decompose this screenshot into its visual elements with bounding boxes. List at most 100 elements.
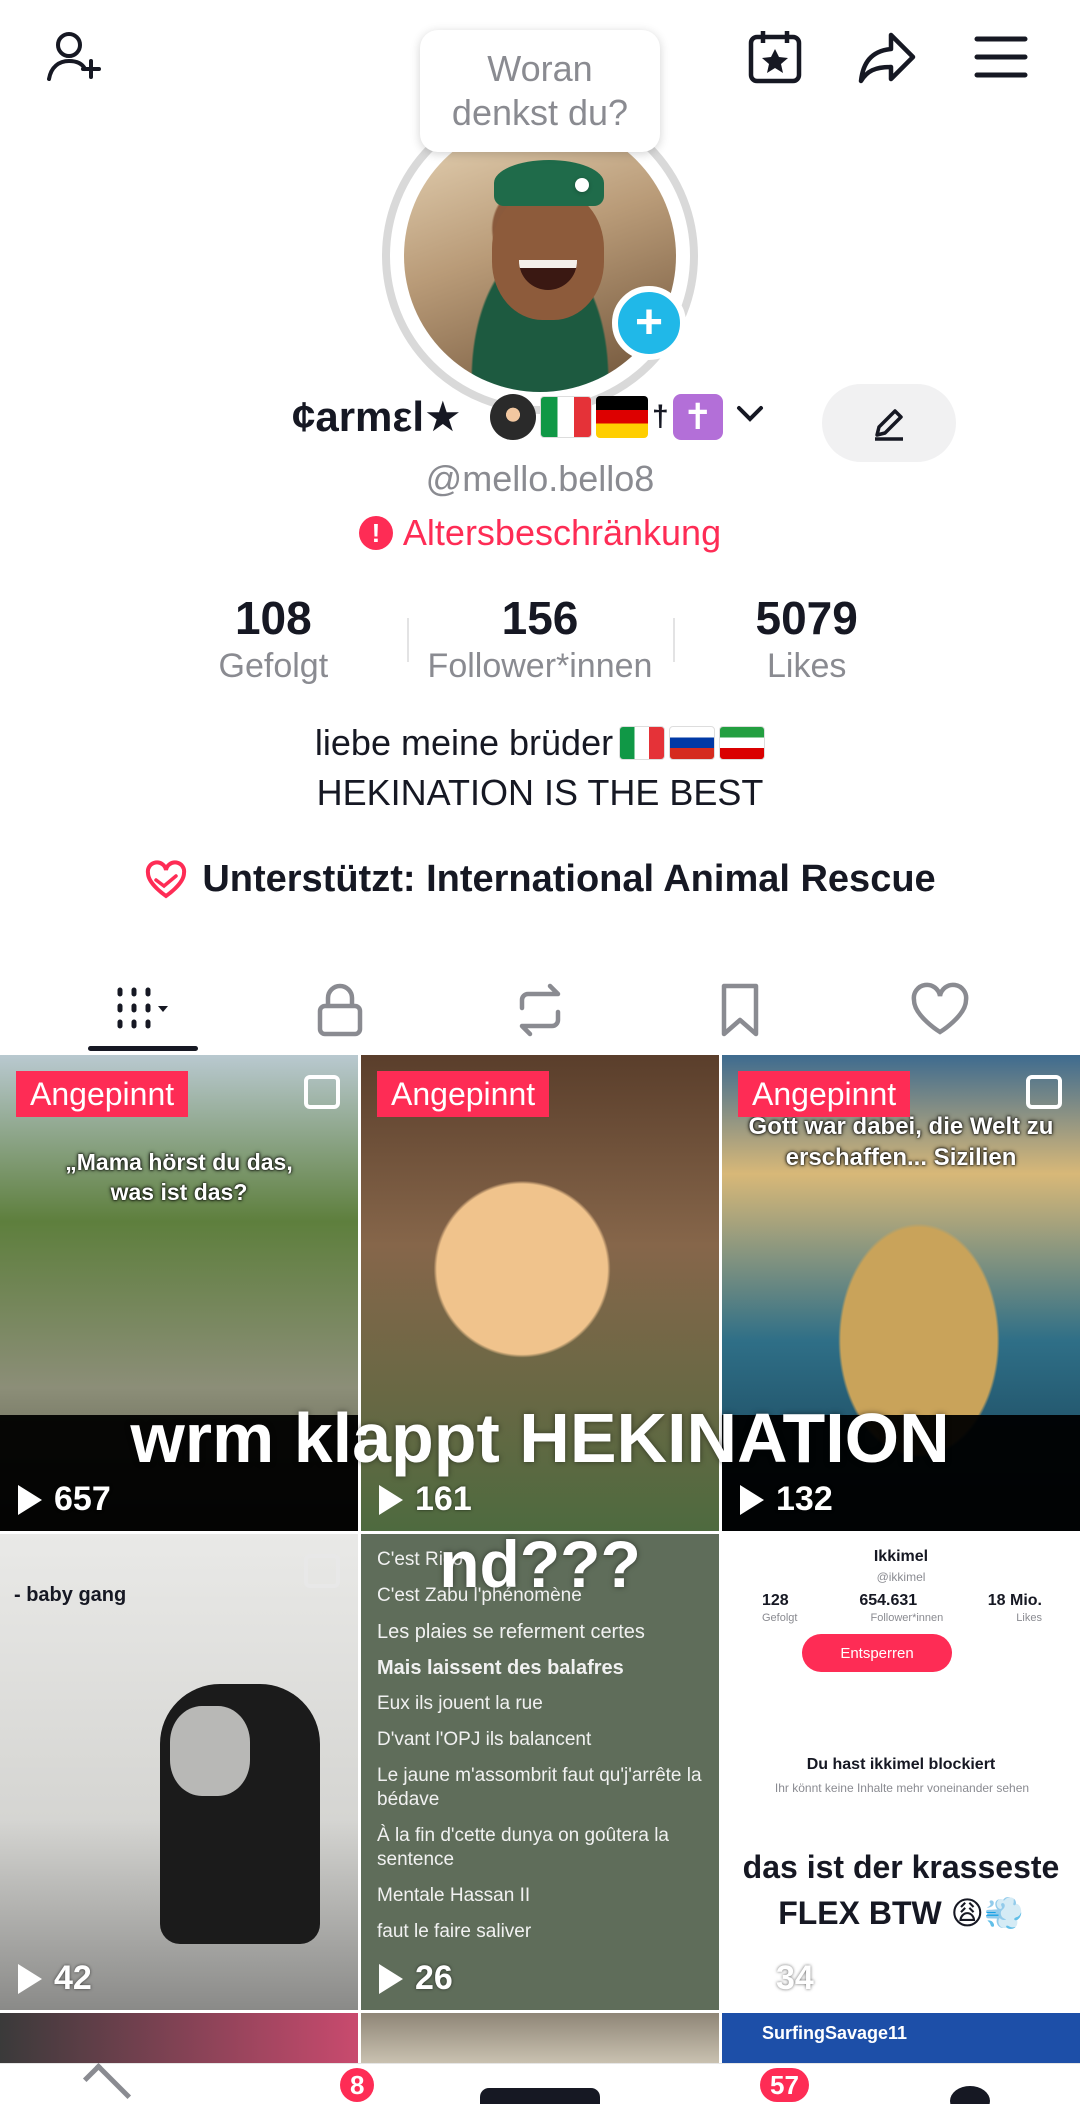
tile-text: das ist der krasseste FLEX BTW 😩💨	[742, 1849, 1060, 1931]
video-grid-row-3: SurfingSavage11	[0, 2013, 1080, 2063]
stat-likes[interactable]: 5079 Likes	[673, 590, 940, 690]
view-count-value: 42	[54, 1959, 92, 1997]
pinned-badge: Angepinnt	[738, 1071, 911, 1117]
create-button[interactable]	[480, 2088, 600, 2104]
tile-username: SurfingSavage11	[762, 2023, 908, 2043]
heart-icon	[911, 982, 969, 1035]
home-icon[interactable]	[82, 2062, 132, 2104]
grid-icon	[117, 987, 168, 1029]
view-count: 26	[379, 1959, 453, 1998]
supports-label: Unterstützt: International Animal Rescue	[202, 858, 936, 900]
play-icon	[18, 1484, 44, 1515]
stat-followers[interactable]: 156 Follower*innen	[406, 590, 674, 690]
stat-following-label: Gefolgt	[218, 647, 329, 685]
view-count: 42	[18, 1959, 92, 1998]
view-count: 132	[740, 1480, 833, 1519]
stat-following-value: 108	[234, 592, 312, 644]
stat-likes-value: 5079	[755, 592, 858, 644]
bio-flags	[619, 726, 766, 760]
view-count-value: 657	[54, 1480, 111, 1518]
view-count: 161	[379, 1480, 472, 1519]
supports-charity[interactable]: Unterstützt: International Animal Rescue	[0, 858, 1080, 901]
add-story-plus-icon[interactable]: +	[612, 286, 686, 360]
italy-flag-icon	[540, 396, 592, 438]
name-emojis: † ✝	[490, 394, 767, 440]
stat-followers-label: Follower*innen	[427, 647, 653, 685]
chevron-down-icon[interactable]	[733, 396, 767, 438]
tab-videos[interactable]	[80, 970, 200, 1050]
tab-saved[interactable]	[680, 970, 800, 1050]
warning-icon: !	[358, 516, 393, 550]
stat-likes-label: Likes	[766, 647, 847, 685]
video-tile[interactable]: C'est Rico C'est Zabu l'phénomène Les pl…	[361, 1534, 719, 2010]
bio: liebe meine brüder HEKINATION IS THE BES…	[0, 718, 1080, 818]
thought-bubble-dot	[575, 178, 589, 192]
tab-private[interactable]	[280, 970, 400, 1050]
video-tile[interactable]: - baby gang 42	[0, 1534, 358, 2010]
tab-liked[interactable]	[880, 970, 1000, 1050]
mini-blocked-text: Du hast ikkimel blockiert	[806, 1756, 996, 1773]
mini-blocked-sub: Ihr könnt keine Inhalte mehr voneinander…	[774, 1781, 1030, 1795]
view-count: 34	[740, 1959, 814, 1998]
heart-hand-icon	[146, 859, 187, 898]
video-tile[interactable]	[361, 2013, 719, 2063]
overlay-caption-line-2: nd???	[439, 1527, 641, 1601]
messages-badge: 57	[760, 2068, 809, 2102]
stat-following[interactable]: 108 Gefolgt	[140, 590, 407, 690]
video-tile[interactable]: Ikkimel @ikkimel 128 654.631 18 Mio. Gef…	[722, 1534, 1080, 2010]
tile-text: Gott war dabei, die Welt zu erschaffen..…	[748, 1113, 1054, 1171]
italy-flag-icon	[619, 726, 666, 760]
username: @mello.bello8	[425, 458, 655, 499]
multi-photo-icon	[304, 1075, 340, 1109]
mini-unblock-button: Entsperren	[802, 1634, 952, 1672]
calendar-star-icon[interactable]	[740, 22, 810, 92]
menu-icon[interactable]	[966, 22, 1036, 92]
ninja-emoji-icon	[490, 394, 536, 440]
active-tab-indicator	[88, 1046, 198, 1051]
play-icon	[379, 1963, 405, 1994]
age-restriction-notice[interactable]: ! Altersbeschränkung	[0, 512, 1080, 554]
display-name: ¢armεl★	[292, 393, 462, 440]
inbox-badge: 8	[340, 2068, 375, 2102]
germany-flag-icon	[596, 396, 648, 438]
add-user-icon[interactable]	[40, 22, 110, 92]
view-count-value: 132	[776, 1480, 833, 1518]
play-icon	[379, 1484, 405, 1515]
tile-text: „Mama hörst du das, was ist das?	[65, 1149, 293, 1205]
thought-bubble[interactable]: Woran denkst du?	[420, 30, 660, 152]
share-icon[interactable]	[852, 22, 922, 92]
edit-profile-button[interactable]	[822, 384, 956, 462]
bio-line-2: HEKINATION IS THE BEST	[316, 772, 764, 813]
cross-emoji-icon: ✝	[672, 394, 723, 440]
bottom-nav: 8 57	[0, 2062, 1080, 2104]
view-count-value: 161	[415, 1480, 472, 1518]
pinned-badge: Angepinnt	[377, 1071, 550, 1117]
view-count-value: 26	[415, 1959, 453, 1997]
view-count-value: 34	[776, 1959, 814, 1997]
iran-flag-icon	[719, 726, 766, 760]
tab-reposts[interactable]	[480, 970, 600, 1050]
multi-photo-icon	[1026, 1075, 1062, 1109]
play-icon	[740, 1484, 766, 1515]
bio-line-1: liebe meine brüder	[314, 722, 614, 763]
profile-nav-icon[interactable]	[950, 2086, 990, 2104]
stat-followers-value: 156	[501, 592, 579, 644]
video-tile[interactable]	[0, 2013, 358, 2063]
video-tile[interactable]: SurfingSavage11	[722, 2013, 1080, 2063]
name-row: ¢armεl★ † ✝	[0, 384, 1080, 464]
overlay-caption-line-1: wrm klappt HEKINATION	[130, 1399, 950, 1477]
profile-tabs	[0, 960, 1080, 1060]
lock-icon	[317, 983, 363, 1037]
dagger-symbol: †	[652, 400, 669, 433]
repost-icon	[519, 983, 561, 1037]
pencil-icon	[875, 409, 903, 441]
thought-bubble-text: Woran denkst du?	[451, 48, 629, 133]
profile-stats: 108 Gefolgt 156 Follower*innen 5079 Like…	[140, 590, 940, 690]
age-restriction-label: Altersbeschränkung	[402, 512, 722, 553]
view-count: 657	[18, 1480, 111, 1519]
pinned-badge: Angepinnt	[16, 1071, 189, 1117]
play-icon	[18, 1963, 44, 1994]
mini-stat-labels: Gefolgt Follower*innen Likes	[762, 1612, 1042, 1624]
bookmark-icon	[721, 983, 759, 1037]
russia-flag-icon	[669, 726, 716, 760]
